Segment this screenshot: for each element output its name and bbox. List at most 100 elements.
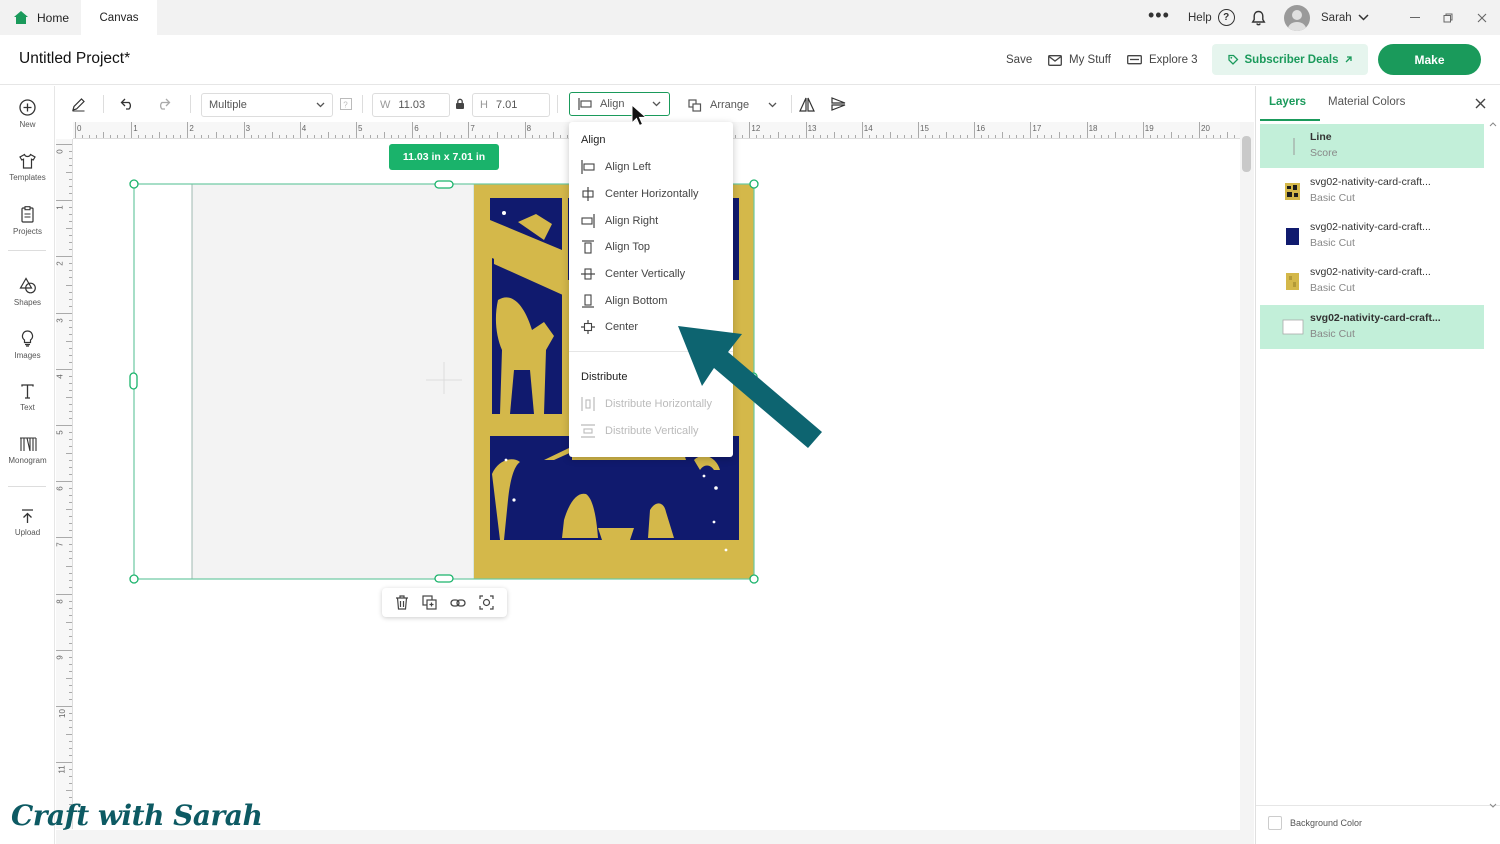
ruler-tick (1227, 132, 1229, 138)
ruler-tick (356, 122, 357, 138)
menu-item-align-left[interactable]: Align Left (581, 159, 651, 175)
operation-select[interactable]: Multiple (201, 93, 333, 117)
plus-circle-icon (19, 99, 36, 116)
layers-scrollbar[interactable] (1488, 120, 1498, 810)
ruler-tick-label: 3 (245, 124, 251, 133)
background-color-toggle[interactable]: Background Color (1268, 816, 1362, 830)
ruler-tick-label: 5 (358, 124, 363, 133)
my-stuff-button[interactable]: My Stuff (1048, 35, 1111, 85)
ruler-tick (138, 135, 140, 138)
sidebar-item-new[interactable]: New (0, 99, 55, 129)
attach-icon[interactable] (450, 598, 466, 608)
layer-row[interactable]: Line Score (1260, 124, 1484, 168)
group-focus-icon[interactable] (479, 595, 494, 610)
ruler-tick (69, 656, 72, 658)
vertical-scrollbar[interactable] (1240, 122, 1254, 830)
ruler-tick (910, 135, 912, 138)
ruler-tick (981, 135, 983, 138)
ruler-tick (69, 572, 72, 574)
tab-material-colors[interactable]: Material Colors (1328, 96, 1405, 108)
sidebar-item-label: Upload (14, 528, 41, 537)
ruler-tick (69, 158, 72, 160)
ruler-tick (1058, 132, 1060, 138)
restore-icon[interactable] (1443, 0, 1453, 35)
sidebar-divider (8, 250, 46, 251)
ruler-tick (69, 298, 72, 300)
tab-layers[interactable]: Layers (1269, 96, 1306, 108)
more-options-icon[interactable]: ••• (1148, 0, 1170, 33)
scroll-thumb[interactable] (1242, 136, 1251, 172)
width-field[interactable]: W 11.03 (372, 93, 450, 117)
ruler-tick (208, 135, 210, 138)
layer-row[interactable]: svg02-nativity-card-craft... Basic Cut (1260, 214, 1484, 258)
project-header: Untitled Project* Save My Stuff Explore … (0, 35, 1500, 85)
layer-row[interactable]: svg02-nativity-card-craft... Basic Cut (1260, 305, 1484, 349)
undo-icon[interactable] (120, 86, 135, 122)
sidebar-item-text[interactable]: Text (0, 384, 55, 412)
sidebar-item-monogram[interactable]: Monogram (0, 437, 55, 465)
ruler-tick (66, 677, 72, 679)
menu-item-align-bottom[interactable]: Align Bottom (581, 293, 667, 309)
ruler-tick (69, 193, 72, 195)
tab-home[interactable]: Home (0, 0, 80, 35)
menu-item-center-vertically[interactable]: Center Vertically (581, 266, 685, 282)
help-button[interactable]: Help ? (1188, 0, 1235, 35)
ruler-tick (320, 135, 322, 138)
tab-canvas-label: Canvas (99, 11, 139, 24)
sidebar-item-projects[interactable]: Projects (0, 206, 55, 236)
operation-info-icon[interactable]: ? (340, 86, 352, 122)
close-panel-icon[interactable] (1475, 98, 1486, 109)
layer-row[interactable]: svg02-nativity-card-craft... Basic Cut (1260, 169, 1484, 213)
subscriber-deals-button[interactable]: Subscriber Deals (1212, 44, 1368, 75)
tab-home-label: Home (37, 10, 70, 25)
align-dropdown-button[interactable]: Align (569, 92, 670, 116)
ruler-tick (461, 135, 463, 138)
height-field[interactable]: H 7.01 (472, 93, 550, 117)
machine-selector[interactable]: Explore 3 (1127, 35, 1198, 85)
ruler-tick (69, 270, 72, 272)
notifications-bell-icon[interactable] (1251, 0, 1266, 35)
sidebar-item-label: Templates (9, 173, 46, 182)
redo-icon[interactable] (156, 86, 171, 122)
minimize-icon[interactable] (1410, 0, 1420, 35)
width-value: 11.03 (398, 99, 426, 111)
ruler-tick (292, 135, 294, 138)
sidebar-item-images[interactable]: Images (0, 330, 55, 360)
ruler-tick (538, 135, 540, 138)
close-window-icon[interactable] (1477, 0, 1487, 35)
ruler-tick (454, 135, 456, 138)
background-color-swatch[interactable] (1268, 816, 1282, 830)
duplicate-icon[interactable] (422, 595, 437, 610)
menu-item-center[interactable]: Center (581, 319, 638, 335)
sidebar-item-shapes[interactable]: Shapes (0, 277, 55, 307)
project-title[interactable]: Untitled Project* (19, 50, 130, 68)
ruler-tick (66, 284, 72, 286)
ruler-tick (868, 135, 870, 138)
ruler-tick (250, 135, 252, 138)
menu-item-align-top[interactable]: Align Top (581, 239, 650, 255)
make-button[interactable]: Make (1378, 44, 1481, 75)
flip-vertical-icon[interactable] (830, 86, 846, 122)
save-button[interactable]: Save (1006, 35, 1032, 85)
horizontal-scrollbar[interactable] (56, 830, 1254, 844)
ruler-tick (69, 544, 72, 546)
ruler-tick-label: 4 (301, 124, 307, 133)
menu-item-align-right[interactable]: Align Right (581, 213, 658, 229)
edit-pencil-icon[interactable] (71, 86, 86, 122)
lock-icon[interactable] (455, 86, 465, 122)
menu-item-center-horizontally[interactable]: Center Horizontally (581, 186, 699, 202)
ruler-tick (1234, 135, 1236, 138)
sidebar-item-templates[interactable]: Templates (0, 153, 55, 182)
trash-icon[interactable] (395, 595, 409, 610)
flip-horizontal-icon[interactable] (799, 86, 815, 122)
ruler-tick (69, 403, 72, 405)
text-icon (21, 384, 34, 399)
ruler-tick (69, 720, 72, 722)
sidebar-item-upload[interactable]: Upload (0, 509, 55, 537)
avatar[interactable] (1284, 5, 1310, 31)
tab-canvas[interactable]: Canvas (81, 0, 157, 35)
layer-row[interactable]: svg02-nativity-card-craft... Basic Cut (1260, 259, 1484, 303)
user-menu[interactable]: Sarah (1321, 0, 1369, 35)
arrange-dropdown-button[interactable]: Arrange (681, 93, 784, 117)
ruler-tick (798, 135, 800, 138)
